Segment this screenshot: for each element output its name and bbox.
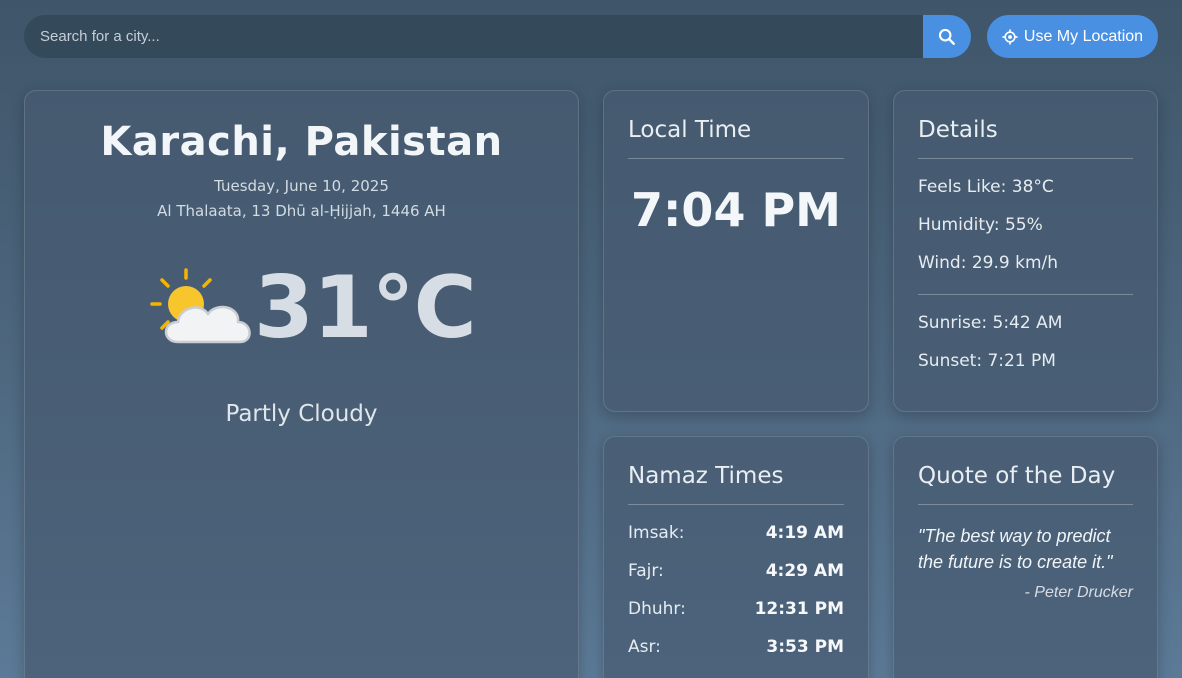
details-title: Details bbox=[918, 117, 998, 143]
hijri-date: Al Thalaata, 13 Dhū al-Ḥijjah, 1446 AH bbox=[157, 202, 446, 220]
humidity: Humidity: 55% bbox=[918, 215, 1043, 235]
local-time-clock: 7:04 PM bbox=[631, 183, 841, 237]
quote-title: Quote of the Day bbox=[918, 463, 1116, 489]
namaz-label: Dhuhr: bbox=[628, 599, 686, 619]
divider bbox=[918, 158, 1133, 159]
city-search-input[interactable] bbox=[24, 15, 923, 58]
weather-summary: 31°C bbox=[148, 258, 477, 358]
weather-condition: Partly Cloudy bbox=[225, 401, 378, 427]
namaz-label: Imsak: bbox=[628, 523, 685, 543]
divider bbox=[628, 158, 844, 159]
wind-speed: Wind: 29.9 km/h bbox=[918, 253, 1059, 273]
sunset: Sunset: 7:21 PM bbox=[918, 351, 1056, 371]
namaz-row-fajr: Fajr: 4:29 AM bbox=[628, 561, 844, 585]
namaz-time: 4:19 AM bbox=[765, 523, 844, 543]
quote-card: Quote of the Day "The best way to predic… bbox=[893, 436, 1158, 678]
namaz-times-card: Namaz Times Imsak: 4:19 AM Fajr: 4:29 AM… bbox=[603, 436, 869, 678]
details-card: Details Feels Like: 38°C Humidity: 55% W… bbox=[893, 90, 1158, 412]
gregorian-date: Tuesday, June 10, 2025 bbox=[214, 177, 389, 195]
quote-author: - Peter Drucker bbox=[1024, 584, 1133, 601]
quote-text: "The best way to predict the future is t… bbox=[918, 526, 1113, 572]
use-my-location-button[interactable]: Use My Location bbox=[987, 15, 1158, 58]
use-my-location-label: Use My Location bbox=[1023, 27, 1144, 45]
divider bbox=[918, 294, 1133, 295]
namaz-row-dhuhr: Dhuhr: 12:31 PM bbox=[628, 599, 844, 623]
namaz-time: 4:29 AM bbox=[765, 561, 844, 581]
namaz-label: Asr: bbox=[628, 637, 661, 657]
divider bbox=[918, 504, 1133, 505]
local-time-title: Local Time bbox=[628, 117, 752, 143]
divider bbox=[628, 504, 844, 505]
search-button[interactable] bbox=[923, 15, 971, 58]
partly-cloudy-icon bbox=[150, 268, 251, 344]
namaz-time: 3:53 PM bbox=[766, 637, 844, 657]
namaz-label: Fajr: bbox=[628, 561, 664, 581]
crosshair-icon bbox=[1002, 28, 1018, 45]
search-bar: Use My Location bbox=[24, 15, 1158, 58]
namaz-times-title: Namaz Times bbox=[628, 463, 784, 489]
temperature: 31°C bbox=[254, 258, 477, 358]
sunrise: Sunrise: 5:42 AM bbox=[918, 313, 1063, 333]
city-name: Karachi, Pakistan bbox=[100, 119, 503, 165]
namaz-row-asr: Asr: 3:53 PM bbox=[628, 637, 844, 661]
namaz-row-imsak: Imsak: 4:19 AM bbox=[628, 523, 844, 547]
namaz-time: 12:31 PM bbox=[754, 599, 844, 619]
feels-like: Feels Like: 38°C bbox=[918, 177, 1054, 197]
search-icon bbox=[938, 28, 955, 45]
current-weather-card: Karachi, Pakistan Tuesday, June 10, 2025… bbox=[24, 90, 579, 678]
local-time-card: Local Time 7:04 PM bbox=[603, 90, 869, 412]
